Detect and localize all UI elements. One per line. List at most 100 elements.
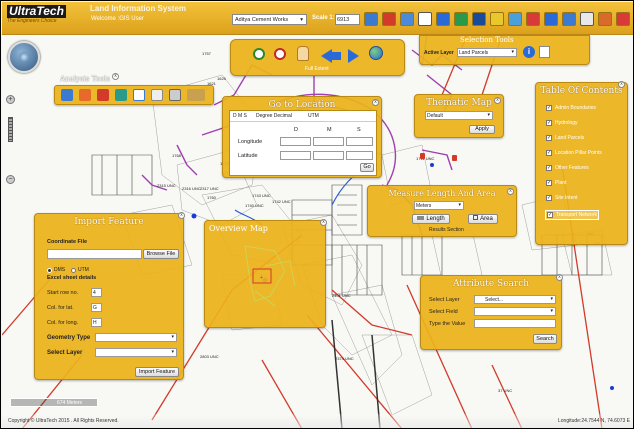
map-tool-icon[interactable] (400, 12, 414, 26)
longitude-s-field[interactable] (346, 137, 373, 146)
go-button[interactable]: Go (360, 163, 374, 172)
select-tool-icon[interactable] (539, 46, 550, 58)
toc-item-label: Admin Boundaries (555, 105, 596, 111)
analysis-tool-icon[interactable] (97, 89, 109, 101)
analysis-tools-close-icon[interactable]: x (112, 73, 119, 80)
checkbox[interactable]: ✓ (546, 135, 552, 141)
map-tool-icon[interactable] (436, 12, 450, 26)
close-icon[interactable]: x (507, 188, 514, 195)
map-label: 37 UNC (498, 388, 512, 393)
close-icon[interactable]: x (494, 97, 501, 104)
close-icon[interactable]: x (178, 212, 185, 219)
checkbox[interactable]: ✓ (547, 212, 553, 218)
toc-item-land-parcels[interactable]: ✓ Land Parcels (546, 135, 584, 141)
tab-divider (230, 121, 376, 122)
close-icon[interactable]: x (556, 274, 563, 281)
pan-hand-icon[interactable] (297, 46, 309, 61)
col-d-header: D (294, 127, 298, 133)
map-tool-icon[interactable] (382, 12, 396, 26)
zoom-out-tool-icon[interactable] (274, 48, 286, 60)
tab-dms[interactable]: D M S (233, 113, 247, 119)
checkbox[interactable]: ✓ (546, 120, 552, 126)
attribute-value-input[interactable] (474, 319, 556, 328)
map-tool-icon[interactable] (616, 12, 630, 26)
map-tool-icon[interactable] (508, 12, 522, 26)
zoom-in-tool-icon[interactable] (253, 48, 265, 60)
company-select[interactable]: Aditya Cement Works ▾ (232, 14, 307, 25)
overview-map-thumbnail[interactable]: + (215, 241, 315, 311)
close-icon[interactable]: x (372, 99, 379, 106)
analysis-tool-icon[interactable] (79, 89, 91, 101)
longitude-m-field[interactable] (313, 137, 344, 146)
map-tool-icon[interactable] (472, 12, 486, 26)
thematic-map-select[interactable]: Default ▾ (425, 111, 493, 120)
map-tool-icon[interactable] (418, 12, 432, 26)
map-canvas[interactable]: 2315 UNC 2316 UNC 2317 UNC 1768 1770 UNC… (2, 35, 633, 428)
toc-item-other-features[interactable]: ✓ Other Features (546, 165, 589, 171)
latitude-s-field[interactable] (346, 151, 373, 160)
thematic-map-title: Thematic Map (426, 98, 492, 108)
col-lat-field[interactable]: G (91, 303, 102, 312)
map-tool-icon[interactable] (562, 12, 576, 26)
scale-input[interactable]: 6913 (335, 14, 360, 25)
analysis-tool-icon[interactable] (151, 89, 163, 101)
pan-compass[interactable] (8, 41, 40, 73)
map-tool-icon[interactable] (544, 12, 558, 26)
map-tool-icon[interactable] (364, 12, 378, 26)
toc-item-hydrology[interactable]: ✓ Hydrology (546, 120, 578, 126)
tab-utm[interactable]: UTM (308, 113, 319, 119)
active-layer-select[interactable]: Land Parcels ▾ (457, 48, 517, 57)
radio-dms[interactable]: DMS (47, 267, 65, 273)
close-icon[interactable]: x (618, 81, 625, 88)
toc-item-plant[interactable]: ✓ Plant (546, 180, 566, 186)
analysis-tool-icon[interactable] (169, 89, 181, 101)
analysis-tool-icon[interactable] (115, 89, 127, 101)
attribute-layer-select[interactable]: Select... ▾ (474, 295, 556, 304)
full-extent-globe-icon[interactable] (369, 46, 383, 60)
import-feature-button[interactable]: Import Feature (135, 367, 179, 377)
col-long-field[interactable]: H (91, 318, 102, 327)
close-icon[interactable]: x (320, 219, 327, 226)
map-tool-icon[interactable] (490, 12, 504, 26)
latitude-d-field[interactable] (280, 151, 311, 160)
zoom-out-icon[interactable]: − (6, 175, 15, 184)
toc-item-transport-network[interactable]: ✓ Transport Network (545, 210, 599, 220)
coordinate-file-input[interactable] (47, 249, 142, 259)
radio-utm[interactable]: UTM (71, 267, 89, 273)
map-tool-icon[interactable] (598, 12, 612, 26)
checkbox[interactable]: ✓ (546, 180, 552, 186)
length-button[interactable]: Length (412, 214, 450, 224)
zoom-slider[interactable]: + − (6, 95, 15, 205)
forward-arrow-icon[interactable] (348, 49, 359, 63)
search-button[interactable]: Search (533, 334, 557, 344)
length-label: Length (426, 216, 445, 222)
info-icon[interactable]: i (523, 46, 535, 58)
attribute-field-select[interactable]: ▾ (474, 307, 556, 316)
start-row-field[interactable]: 4 (91, 288, 102, 297)
geometry-type-select[interactable]: ▾ (95, 333, 177, 342)
map-tool-icon[interactable] (580, 12, 594, 26)
longitude-d-field[interactable] (280, 137, 311, 146)
zoom-track[interactable] (8, 117, 13, 142)
toc-item-site-intent[interactable]: ✓ Site Intent (546, 195, 578, 201)
zoom-in-icon[interactable]: + (6, 95, 15, 104)
checkbox[interactable]: ✓ (546, 150, 552, 156)
apply-button[interactable]: Apply (469, 125, 495, 134)
analysis-tool-icon[interactable] (133, 89, 145, 101)
analysis-tool-icon[interactable] (187, 89, 205, 101)
tab-degree-decimal[interactable]: Degree Decimal (256, 113, 292, 119)
select-layer-select[interactable]: ▾ (95, 348, 177, 357)
toc-item-location-pillar-points[interactable]: ✓ Location Pillar Points (546, 150, 602, 156)
checkbox[interactable]: ✓ (546, 195, 552, 201)
checkbox[interactable]: ✓ (546, 105, 552, 111)
latitude-m-field[interactable] (313, 151, 344, 160)
toc-item-admin-boundaries[interactable]: ✓ Admin Boundaries (546, 105, 596, 111)
checkbox[interactable]: ✓ (546, 165, 552, 171)
measure-unit-select[interactable]: Meters ▾ (414, 201, 464, 210)
map-tool-icon[interactable] (454, 12, 468, 26)
map-tool-icon[interactable] (526, 12, 540, 26)
analysis-tool-icon[interactable] (61, 89, 73, 101)
browse-file-button[interactable]: Browse File (143, 249, 179, 259)
app-window: 2315 UNC 2316 UNC 2317 UNC 1768 1770 UNC… (0, 0, 634, 429)
area-button[interactable]: Area (468, 214, 498, 224)
